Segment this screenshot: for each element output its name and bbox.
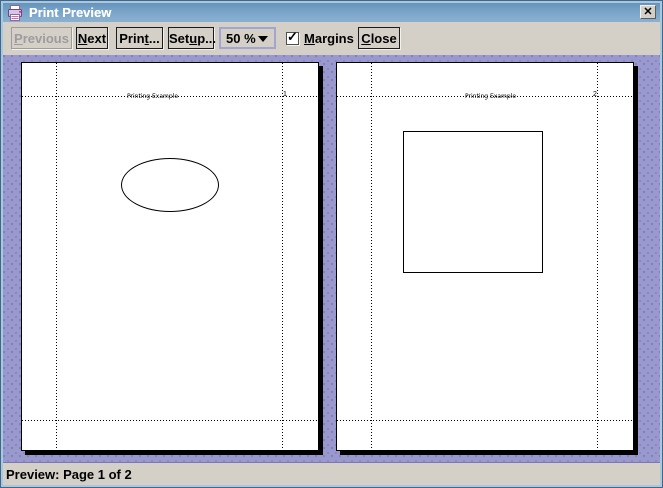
preview-panel: Printing Example 1 Printing Example 2 xyxy=(3,55,660,463)
check-icon: ✓ xyxy=(287,30,298,43)
next-button[interactable]: Next xyxy=(76,27,108,49)
zoom-value: 50 % xyxy=(226,31,256,46)
margin-guide-left xyxy=(56,63,57,450)
close-button[interactable]: Close xyxy=(358,27,400,49)
printer-icon xyxy=(7,5,23,21)
margins-label[interactable]: Margins xyxy=(304,31,354,46)
status-text: Preview: Page 1 of 2 xyxy=(6,467,132,482)
margin-guide-left xyxy=(371,63,372,450)
margin-guide-right xyxy=(282,63,283,450)
margin-guide-bottom xyxy=(22,420,318,421)
page-header-text: Printing Example xyxy=(127,93,178,100)
window-title: Print Preview xyxy=(29,5,111,20)
previous-button[interactable]: Previous xyxy=(11,27,72,49)
window-close-button[interactable]: ✕ xyxy=(640,5,656,19)
preview-page-1: Printing Example 1 xyxy=(21,62,319,451)
zoom-select[interactable]: 50 % xyxy=(219,27,276,49)
margin-guide-right xyxy=(597,63,598,450)
margins-checkbox[interactable]: ✓ xyxy=(286,32,299,45)
margin-guide-bottom xyxy=(337,420,633,421)
rectangle-shape xyxy=(403,131,543,273)
toolbar: Previous Next Print... Setup... 50 % ✓ M… xyxy=(3,22,660,55)
titlebar: Print Preview ✕ xyxy=(3,3,660,22)
margins-check-group: ✓ Margins xyxy=(286,27,354,49)
close-icon: ✕ xyxy=(643,6,652,18)
page-number: 1 xyxy=(283,91,287,98)
print-preview-window: Print Preview ✕ Previous Next Print... S… xyxy=(0,0,663,488)
preview-page-2: Printing Example 2 xyxy=(336,62,634,451)
statusbar: Preview: Page 1 of 2 xyxy=(3,463,660,485)
dropdown-arrow-icon xyxy=(258,36,268,42)
ellipse-shape xyxy=(121,158,219,212)
setup-button[interactable]: Setup... xyxy=(168,27,214,49)
page-header-text: Printing Example xyxy=(465,93,516,100)
print-button[interactable]: Print... xyxy=(116,27,163,49)
page-number: 2 xyxy=(593,91,597,98)
